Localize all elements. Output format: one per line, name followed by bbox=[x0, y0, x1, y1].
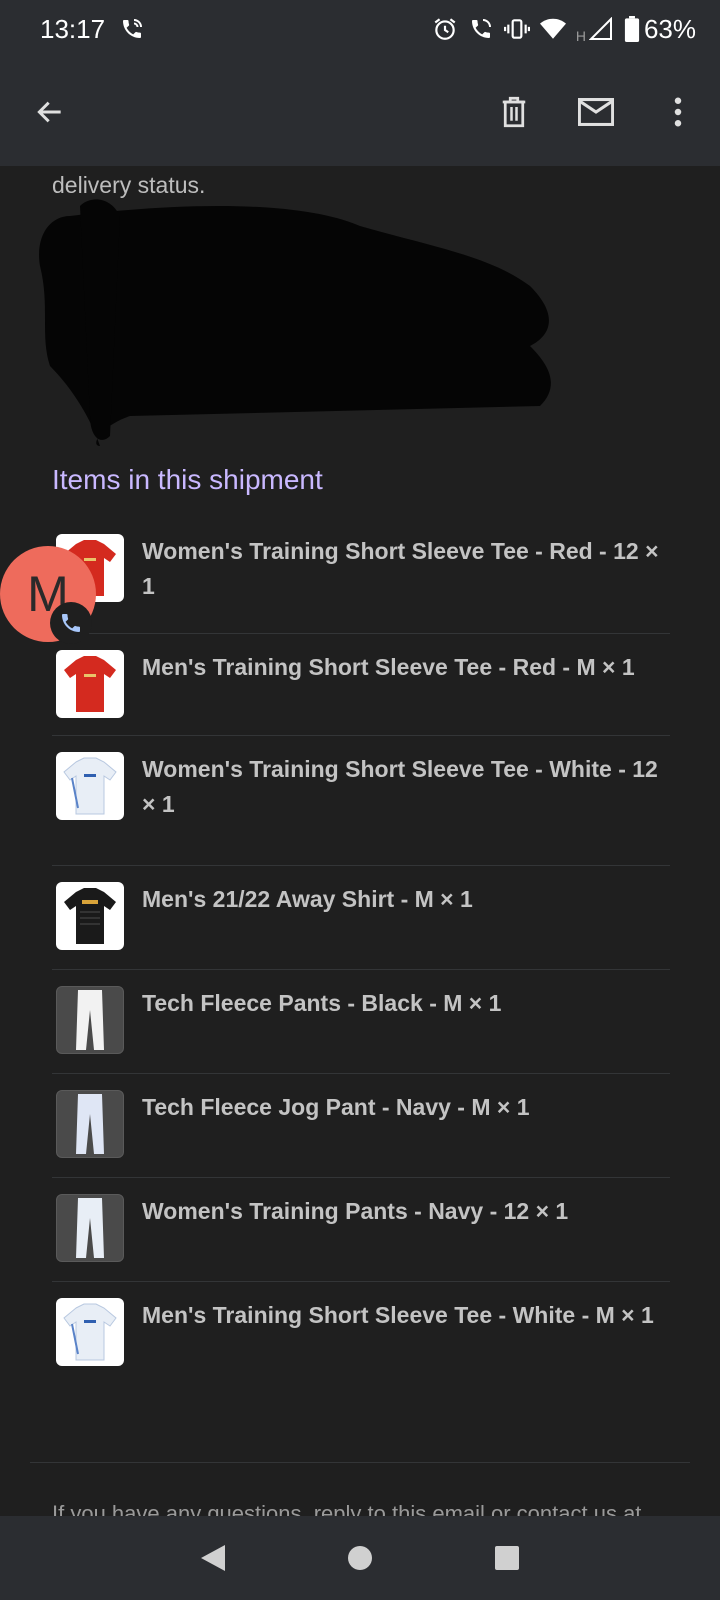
item-name: Tech Fleece Jog Pant - Navy - M × 1 bbox=[142, 1094, 530, 1120]
status-time: 13:17 bbox=[40, 13, 106, 44]
item-name: Women's Training Short Sleeve Tee - Whit… bbox=[142, 756, 658, 817]
divider bbox=[30, 1462, 690, 1463]
mail-icon bbox=[578, 98, 614, 126]
list-item[interactable]: Women's Training Pants - Navy - 12 × 1 bbox=[52, 1178, 670, 1282]
more-vert-icon bbox=[674, 97, 682, 127]
tshirt-icon bbox=[64, 888, 116, 944]
vibrate-icon bbox=[503, 16, 530, 42]
product-thumbnail bbox=[56, 752, 124, 820]
product-thumbnail bbox=[56, 1194, 124, 1262]
product-thumbnail bbox=[56, 986, 124, 1054]
network-type-label: H bbox=[575, 27, 586, 44]
signal-icon bbox=[588, 16, 614, 42]
footer-text: If you have any questions, reply to this… bbox=[52, 1501, 642, 1516]
pants-icon bbox=[76, 1094, 104, 1154]
status-icons: H 63% bbox=[432, 14, 696, 45]
list-item[interactable]: Men's Training Short Sleeve Tee - White … bbox=[52, 1282, 670, 1402]
section-title: Items in this shipment bbox=[52, 464, 323, 495]
battery-icon bbox=[624, 16, 640, 42]
pants-icon bbox=[76, 990, 104, 1050]
back-arrow-icon bbox=[37, 101, 61, 123]
list-item[interactable]: Men's Training Short Sleeve Tee - Red - … bbox=[52, 634, 670, 736]
trash-icon bbox=[502, 96, 526, 128]
app-bar bbox=[0, 58, 720, 166]
wifi-calling-icon bbox=[468, 16, 494, 42]
alarm-icon bbox=[432, 16, 458, 42]
email-body[interactable]: delivery status. Items in this shipment … bbox=[0, 166, 720, 1516]
back-button[interactable] bbox=[30, 92, 70, 132]
more-options-button[interactable] bbox=[656, 90, 700, 134]
pants-icon bbox=[76, 1198, 104, 1258]
item-name: Women's Training Short Sleeve Tee - Red … bbox=[142, 538, 659, 599]
shipment-items-list: Women's Training Short Sleeve Tee - Red … bbox=[52, 518, 670, 1402]
system-nav-bar bbox=[0, 1516, 720, 1600]
product-thumbnail bbox=[56, 1090, 124, 1158]
list-item[interactable]: Men's 21/22 Away Shirt - M × 1 bbox=[52, 866, 670, 970]
mark-unread-button[interactable] bbox=[574, 90, 618, 134]
wifi-calling-icon bbox=[119, 16, 145, 42]
product-thumbnail bbox=[56, 1298, 124, 1366]
wifi-icon bbox=[539, 16, 566, 42]
item-name: Men's Training Short Sleeve Tee - White … bbox=[142, 1302, 654, 1328]
battery-percent: 63% bbox=[643, 13, 696, 44]
delete-button[interactable] bbox=[492, 90, 536, 134]
redaction-scribble bbox=[39, 199, 551, 446]
list-item[interactable]: Tech Fleece Jog Pant - Navy - M × 1 bbox=[52, 1074, 670, 1178]
nav-recents-button[interactable] bbox=[482, 1533, 532, 1583]
item-name: Men's Training Short Sleeve Tee - Red - … bbox=[142, 654, 635, 680]
list-item[interactable]: Tech Fleece Pants - Black - M × 1 bbox=[52, 970, 670, 1074]
app-bar-actions bbox=[492, 90, 700, 134]
product-thumbnail bbox=[56, 650, 124, 718]
battery: 63% bbox=[624, 14, 696, 45]
chat-head-badge bbox=[50, 602, 92, 644]
tshirt-icon bbox=[64, 656, 116, 712]
product-thumbnail bbox=[56, 882, 124, 950]
item-name: Tech Fleece Pants - Black - M × 1 bbox=[142, 990, 502, 1016]
list-item[interactable]: Women's Training Short Sleeve Tee - Whit… bbox=[52, 736, 670, 866]
nav-home-button[interactable] bbox=[335, 1533, 385, 1583]
tshirt-icon bbox=[63, 1303, 117, 1361]
status-bar: 13:17 H 63% bbox=[0, 0, 720, 58]
circle-home-icon bbox=[347, 1546, 372, 1570]
item-name: Men's 21/22 Away Shirt - M × 1 bbox=[142, 886, 473, 912]
phone-icon bbox=[62, 614, 80, 632]
square-recents-icon bbox=[494, 1546, 519, 1570]
tshirt-icon bbox=[63, 757, 117, 815]
list-item[interactable]: Women's Training Short Sleeve Tee - Red … bbox=[52, 518, 670, 634]
nav-back-button[interactable] bbox=[188, 1533, 238, 1583]
item-name: Women's Training Pants - Navy - 12 × 1 bbox=[142, 1198, 569, 1224]
triangle-back-icon bbox=[201, 1545, 226, 1571]
